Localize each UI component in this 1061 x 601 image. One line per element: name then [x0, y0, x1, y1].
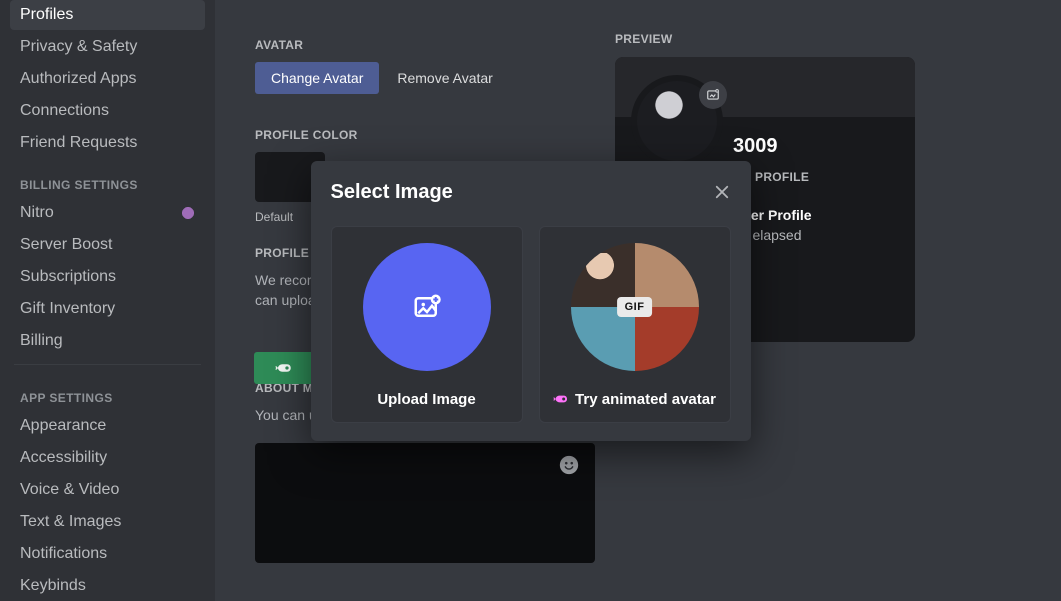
modal-title: Select Image	[331, 181, 731, 204]
nitro-icon	[553, 393, 569, 405]
upload-image-label: Upload Image	[377, 391, 475, 408]
modal-options: Upload Image GIF Try animated avatar	[331, 226, 731, 423]
modal-close-button[interactable]	[709, 179, 735, 205]
animated-avatar-label: Try animated avatar	[553, 391, 716, 408]
select-image-modal: Select Image Upload Image	[311, 161, 751, 441]
modal-overlay: Select Image Upload Image	[0, 0, 1061, 601]
upload-image-option[interactable]: Upload Image	[331, 226, 523, 423]
gif-chip: GIF	[617, 297, 653, 317]
animated-avatar-option[interactable]: GIF Try animated avatar	[539, 226, 731, 423]
close-icon	[713, 183, 731, 201]
image-add-icon	[412, 292, 442, 322]
gif-preview-circle: GIF	[571, 243, 699, 371]
animated-avatar-text: Try animated avatar	[575, 391, 716, 408]
upload-circle	[363, 243, 491, 371]
